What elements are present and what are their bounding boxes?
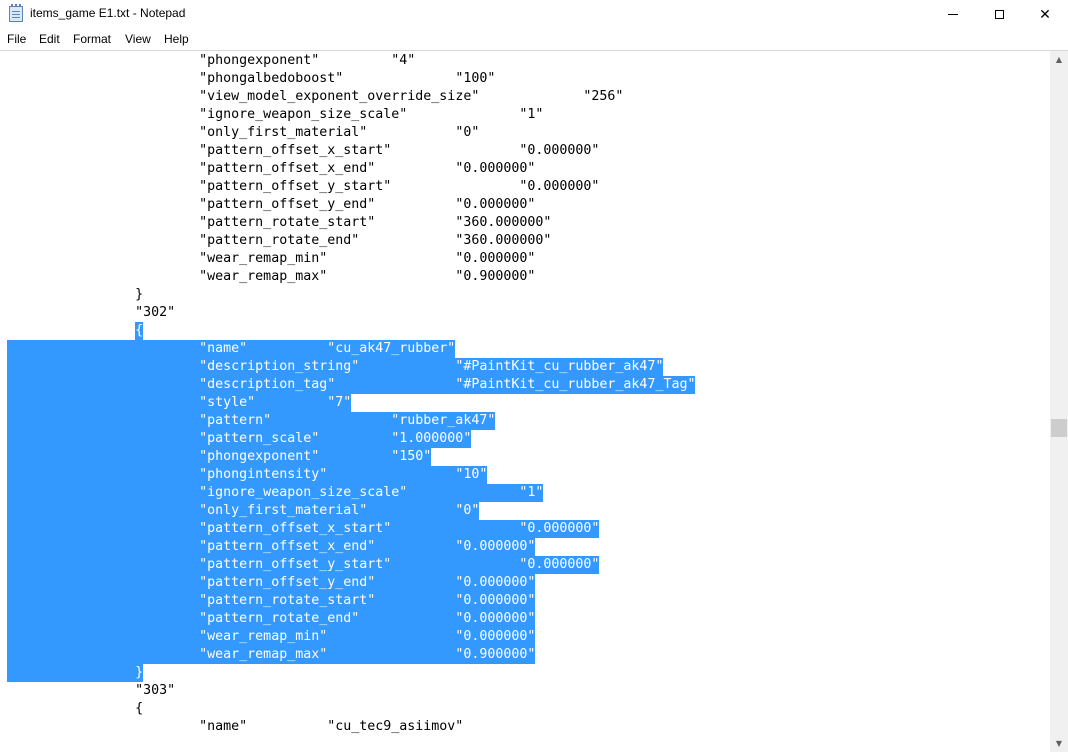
line-text: "description_string" "#PaintKit_cu_rubbe… — [7, 359, 664, 374]
text-line[interactable]: "pattern_rotate_start" "0.000000" — [0, 592, 1050, 610]
text-line[interactable]: "pattern_offset_x_end" "0.000000" — [0, 160, 1050, 178]
line-text: "pattern_rotate_start" "0.000000" — [7, 593, 536, 608]
line-text: "pattern_scale" "1.000000" — [7, 431, 472, 446]
line-text: "ignore_weapon_size_scale" "1" — [7, 107, 544, 122]
line-text: "wear_remap_max" "0.900000" — [7, 647, 536, 662]
minimize-button[interactable] — [930, 0, 976, 29]
text-line[interactable]: "view_model_exponent_override_size" "256… — [0, 88, 1050, 106]
text-line[interactable]: "pattern_rotate_end" "360.000000" — [0, 232, 1050, 250]
text-line[interactable]: "pattern_scale" "1.000000" — [0, 430, 1050, 448]
line-text: "name" "cu_tec9_asiimov" — [7, 719, 464, 734]
text-line[interactable]: "pattern_offset_y_end" "0.000000" — [0, 574, 1050, 592]
minimize-icon — [948, 14, 958, 15]
text-line[interactable]: "pattern_offset_x_start" "0.000000" — [0, 142, 1050, 160]
line-text: "wear_remap_min" "0.000000" — [7, 251, 536, 266]
line-text: } — [7, 287, 144, 302]
text-line[interactable]: "style" "7" — [0, 394, 1050, 412]
text-line[interactable]: "302" — [0, 304, 1050, 322]
menu-bar: File Edit Format View Help — [0, 29, 1068, 49]
text-line[interactable]: "name" "cu_tec9_asiimov" — [0, 718, 1050, 736]
line-text: "pattern_offset_x_end" "0.000000" — [7, 539, 536, 554]
text-editor[interactable]: "phongexponent" "4" "phongalbedoboost" "… — [0, 51, 1050, 752]
text-line[interactable]: "pattern_offset_x_end" "0.000000" — [0, 538, 1050, 556]
scroll-thumb[interactable] — [1051, 419, 1067, 437]
line-text: "pattern_offset_y_end" "0.000000" — [7, 197, 536, 212]
text-line[interactable]: "pattern_offset_x_start" "0.000000" — [0, 520, 1050, 538]
maximize-icon — [994, 10, 1004, 19]
line-text: "description_tag" "#PaintKit_cu_rubber_a… — [7, 377, 696, 392]
text-line[interactable]: { — [0, 700, 1050, 718]
text-line[interactable]: "ignore_weapon_size_scale" "1" — [0, 484, 1050, 502]
line-text: "only_first_material" "0" — [7, 125, 480, 140]
text-line[interactable]: "pattern_rotate_end" "0.000000" — [0, 610, 1050, 628]
text-line[interactable]: "pattern" "rubber_ak47" — [0, 412, 1050, 430]
text-line[interactable]: "ignore_weapon_size_scale" "1" — [0, 106, 1050, 124]
line-text: "pattern_offset_y_start" "0.000000" — [7, 557, 600, 572]
line-text: "pattern_offset_y_start" "0.000000" — [7, 179, 600, 194]
vertical-scrollbar[interactable]: ▲ ▼ — [1050, 51, 1068, 752]
menu-view[interactable]: View — [125, 32, 151, 46]
text-line[interactable]: "only_first_material" "0" — [0, 124, 1050, 142]
text-line[interactable]: "name" "cu_ak47_rubber" — [0, 340, 1050, 358]
text-line[interactable]: "phongexponent" "4" — [0, 52, 1050, 70]
text-line[interactable]: } — [0, 664, 1050, 682]
text-line[interactable]: "phongexponent" "150" — [0, 448, 1050, 466]
text-line[interactable]: "description_string" "#PaintKit_cu_rubbe… — [0, 358, 1050, 376]
line-text: "303" — [7, 683, 176, 698]
line-text: } — [7, 665, 144, 680]
text-line[interactable]: } — [0, 286, 1050, 304]
line-text: "only_first_material" "0" — [7, 503, 480, 518]
line-text: { — [7, 323, 144, 338]
text-line[interactable]: { — [0, 322, 1050, 340]
line-text: "wear_remap_max" "0.900000" — [7, 269, 536, 284]
window-title: items_game E1.txt - Notepad — [30, 6, 186, 20]
line-text: "name" "cu_ak47_rubber" — [7, 341, 456, 356]
close-icon: ✕ — [1039, 6, 1051, 23]
text-line[interactable]: "pattern_rotate_start" "360.000000" — [0, 214, 1050, 232]
line-text: { — [7, 701, 144, 716]
menu-format[interactable]: Format — [73, 32, 111, 46]
text-line[interactable]: "wear_remap_max" "0.900000" — [0, 646, 1050, 664]
text-line[interactable]: "pattern_offset_y_start" "0.000000" — [0, 178, 1050, 196]
line-text: "style" "7" — [7, 395, 352, 410]
text-line[interactable]: "wear_remap_min" "0.000000" — [0, 628, 1050, 646]
line-text: "pattern_offset_x_start" "0.000000" — [7, 143, 600, 158]
line-text: "phongintensity" "10" — [7, 467, 488, 482]
text-line[interactable]: "phongalbedoboost" "100" — [0, 70, 1050, 88]
line-text: "phongexponent" "150" — [7, 449, 432, 464]
close-button[interactable]: ✕ — [1022, 0, 1068, 29]
text-line[interactable]: "pattern_offset_y_start" "0.000000" — [0, 556, 1050, 574]
notepad-icon[interactable] — [9, 4, 23, 22]
text-line[interactable]: "only_first_material" "0" — [0, 502, 1050, 520]
title-bar[interactable]: items_game E1.txt - Notepad ✕ — [0, 0, 1068, 29]
text-line[interactable]: "wear_remap_max" "0.900000" — [0, 268, 1050, 286]
menu-help[interactable]: Help — [164, 32, 189, 46]
line-text: "pattern_offset_y_end" "0.000000" — [7, 575, 536, 590]
maximize-button[interactable] — [976, 0, 1022, 29]
menu-file[interactable]: File — [7, 32, 26, 46]
line-text: "phongalbedoboost" "100" — [7, 71, 496, 86]
text-line[interactable]: "pattern_offset_y_end" "0.000000" — [0, 196, 1050, 214]
line-text: "pattern_rotate_start" "360.000000" — [7, 215, 552, 230]
text-line[interactable]: "phongintensity" "10" — [0, 466, 1050, 484]
line-text: "302" — [7, 305, 176, 320]
scroll-down-icon[interactable]: ▼ — [1050, 735, 1068, 752]
line-text: "pattern_rotate_end" "360.000000" — [7, 233, 552, 248]
text-line[interactable]: "description_tag" "#PaintKit_cu_rubber_a… — [0, 376, 1050, 394]
line-text: "pattern_rotate_end" "0.000000" — [7, 611, 536, 626]
scroll-up-icon[interactable]: ▲ — [1050, 51, 1068, 68]
text-line[interactable]: "wear_remap_min" "0.000000" — [0, 250, 1050, 268]
line-text: "view_model_exponent_override_size" "256… — [7, 89, 624, 104]
line-text: "pattern_offset_x_end" "0.000000" — [7, 161, 536, 176]
text-line[interactable]: "303" — [0, 682, 1050, 700]
line-text: "wear_remap_min" "0.000000" — [7, 629, 536, 644]
line-text: "pattern" "rubber_ak47" — [7, 413, 496, 428]
line-text: "ignore_weapon_size_scale" "1" — [7, 485, 544, 500]
menu-edit[interactable]: Edit — [39, 32, 60, 46]
line-text: "phongexponent" "4" — [7, 53, 416, 68]
line-text: "pattern_offset_x_start" "0.000000" — [7, 521, 600, 536]
